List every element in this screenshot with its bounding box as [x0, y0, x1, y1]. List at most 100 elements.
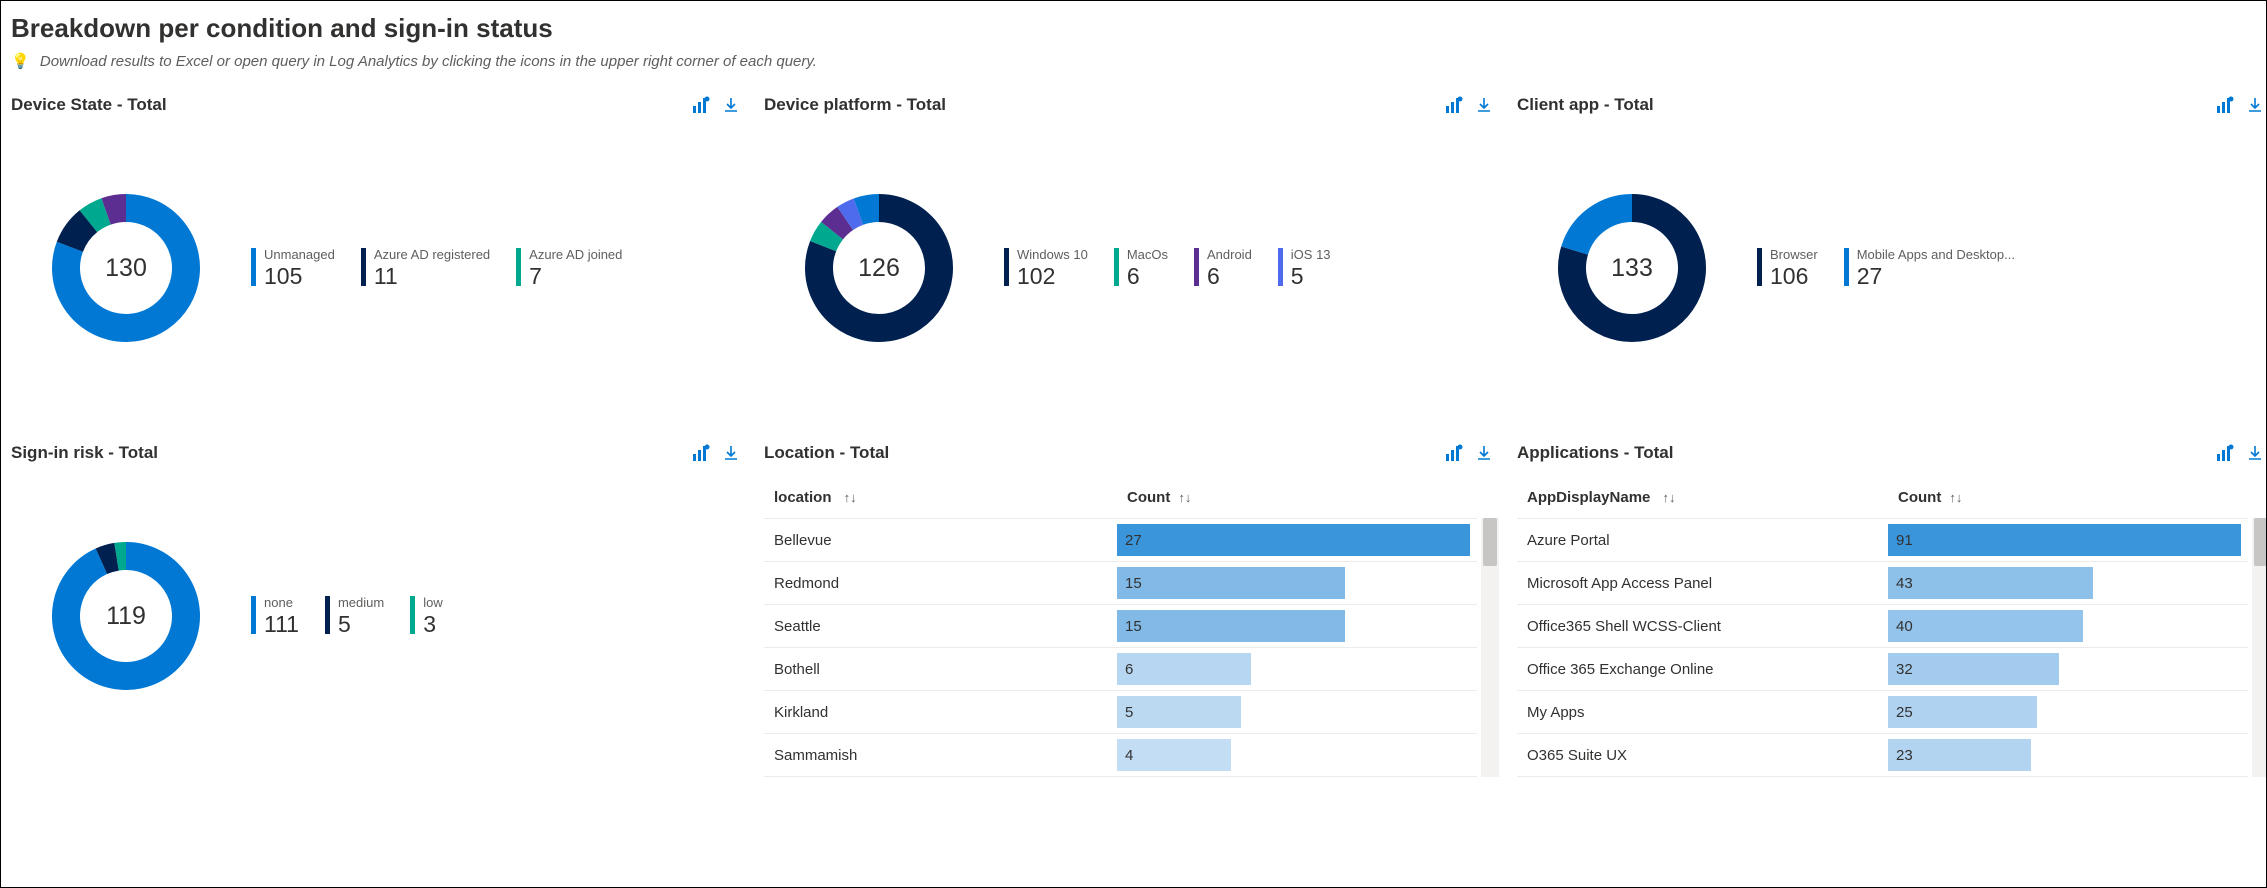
log-analytics-icon[interactable]	[1439, 90, 1469, 120]
legend-item: Azure AD joined 7	[516, 247, 622, 289]
legend-item: MacOs 6	[1114, 247, 1168, 289]
legend-color	[1004, 248, 1009, 286]
legend-item: Azure AD registered 11	[361, 247, 490, 289]
scrollbar[interactable]	[1481, 518, 1499, 777]
cell-count: 32	[1888, 653, 2248, 685]
download-icon[interactable]	[716, 438, 746, 468]
table-row[interactable]: Redmond 15	[764, 562, 1477, 605]
legend-color	[1278, 248, 1283, 286]
count-value: 27	[1117, 532, 1142, 549]
table-row[interactable]: O365 Suite UX 23	[1517, 734, 2248, 777]
count-value: 25	[1888, 704, 1913, 721]
log-analytics-icon[interactable]	[2210, 90, 2240, 120]
cell-count: 5	[1117, 696, 1477, 728]
donut-total: 119	[11, 501, 241, 731]
column-header-name[interactable]: AppDisplayName ↑↓	[1517, 489, 1888, 506]
cell-count: 15	[1117, 567, 1477, 599]
sort-icon[interactable]: ↑↓	[844, 490, 857, 505]
column-header-name[interactable]: location ↑↓	[764, 489, 1117, 506]
download-icon[interactable]	[2240, 90, 2267, 120]
cell-name: Office 365 Exchange Online	[1517, 661, 1888, 678]
log-analytics-icon[interactable]	[2210, 438, 2240, 468]
donut-chart: 130	[11, 153, 241, 383]
legend-value: 6	[1127, 263, 1168, 289]
panel-title: Sign-in risk - Total	[11, 443, 686, 463]
table-row[interactable]: Office365 Shell WCSS-Client 40	[1517, 605, 2248, 648]
table-header: location ↑↓ Count ↑↓	[764, 476, 1477, 519]
tip-message: Download results to Excel or open query …	[40, 53, 817, 70]
panel-location: Location - Total location ↑↓ Count ↑↓	[764, 438, 1517, 777]
count-value: 15	[1117, 618, 1142, 635]
legend-value: 5	[338, 611, 384, 637]
legend-label: Azure AD joined	[529, 247, 622, 263]
table-row[interactable]: Bellevue 27	[764, 519, 1477, 562]
cell-count: 25	[1888, 696, 2248, 728]
cell-name: Office365 Shell WCSS-Client	[1517, 618, 1888, 635]
legend-value: 102	[1017, 263, 1088, 289]
table-row[interactable]: Sammamish 4	[764, 734, 1477, 777]
legend-color	[251, 596, 256, 634]
panel-device_state: Device State - Total 130 Unmanaged 105	[11, 90, 764, 408]
log-analytics-icon[interactable]	[1439, 438, 1469, 468]
panel-title: Device platform - Total	[764, 95, 1439, 115]
log-analytics-icon[interactable]	[686, 90, 716, 120]
legend-color	[1844, 248, 1849, 286]
legend-item: medium 5	[325, 595, 384, 637]
scrollbar-thumb[interactable]	[1483, 518, 1497, 566]
legend-value: 105	[264, 263, 335, 289]
tip-text: 💡 Download results to Excel or open quer…	[11, 52, 2256, 70]
table-row[interactable]: Seattle 15	[764, 605, 1477, 648]
count-bar	[1117, 524, 1470, 556]
scrollbar[interactable]	[2252, 518, 2267, 777]
panel-title: Applications - Total	[1517, 443, 2210, 463]
count-bar	[1888, 567, 2093, 599]
legend-label: Browser	[1770, 247, 1818, 263]
table-row[interactable]: Kirkland 5	[764, 691, 1477, 734]
count-bar	[1117, 653, 1251, 685]
legend-color	[1757, 248, 1762, 286]
panel-applications: Applications - Total AppDisplayName ↑↓ C…	[1517, 438, 2267, 777]
count-value: 91	[1888, 532, 1913, 549]
column-header-count[interactable]: Count ↑↓	[1117, 489, 1477, 506]
cell-name: Sammamish	[764, 747, 1117, 764]
legend-item: Android 6	[1194, 247, 1252, 289]
table-row[interactable]: My Apps 25	[1517, 691, 2248, 734]
cell-name: My Apps	[1517, 704, 1888, 721]
download-icon[interactable]	[716, 90, 746, 120]
legend-value: 3	[423, 611, 443, 637]
table-row[interactable]: Microsoft App Access Panel 43	[1517, 562, 2248, 605]
sort-icon[interactable]: ↑↓	[1949, 490, 1962, 505]
column-header-count[interactable]: Count ↑↓	[1888, 489, 2248, 506]
table-row[interactable]: Azure Portal 91	[1517, 519, 2248, 562]
count-value: 5	[1117, 704, 1133, 721]
legend-color	[1114, 248, 1119, 286]
count-value: 15	[1117, 575, 1142, 592]
download-icon[interactable]	[2240, 438, 2267, 468]
legend-item: Windows 10 102	[1004, 247, 1088, 289]
legend-item: Browser 106	[1757, 247, 1818, 289]
sort-icon[interactable]: ↑↓	[1178, 490, 1191, 505]
panel-title: Device State - Total	[11, 95, 686, 115]
legend-color	[1194, 248, 1199, 286]
cell-name: Bellevue	[764, 532, 1117, 549]
legend-label: none	[264, 595, 299, 611]
donut-total: 126	[764, 153, 994, 383]
panel-signin_risk: Sign-in risk - Total 119 none 111	[11, 438, 764, 777]
legend-label: Unmanaged	[264, 247, 335, 263]
panel-client_app: Client app - Total 133 Browser 106	[1517, 90, 2267, 408]
legend-label: medium	[338, 595, 384, 611]
log-analytics-icon[interactable]	[686, 438, 716, 468]
legend-color	[325, 596, 330, 634]
table-row[interactable]: Bothell 6	[764, 648, 1477, 691]
download-icon[interactable]	[1469, 90, 1499, 120]
legend-color	[251, 248, 256, 286]
download-icon[interactable]	[1469, 438, 1499, 468]
legend-item: iOS 13 5	[1278, 247, 1331, 289]
table-row[interactable]: Office 365 Exchange Online 32	[1517, 648, 2248, 691]
legend: Windows 10 102 MacOs 6 Android 6 iOS 1	[994, 247, 1331, 289]
legend-label: Windows 10	[1017, 247, 1088, 263]
count-bar	[1117, 567, 1345, 599]
scrollbar-thumb[interactable]	[2254, 518, 2267, 566]
sort-icon[interactable]: ↑↓	[1663, 490, 1676, 505]
page-title: Breakdown per condition and sign-in stat…	[11, 13, 2256, 44]
